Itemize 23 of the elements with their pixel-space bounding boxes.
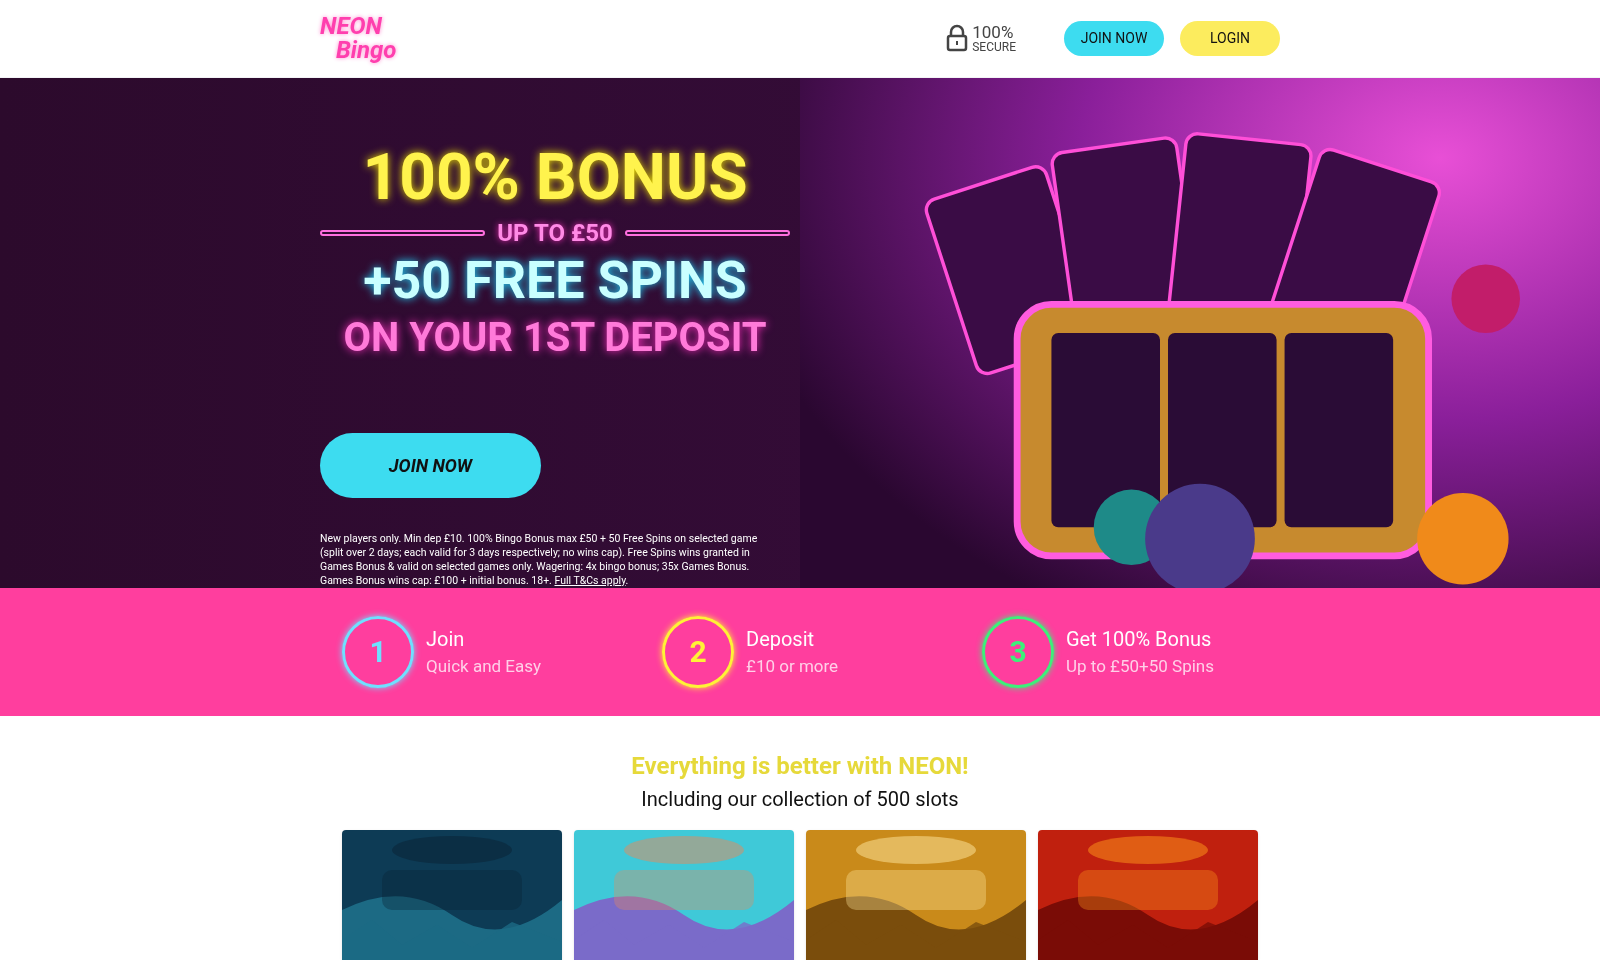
step-subtitle: £10 or more [746,655,839,679]
lock-icon [946,24,969,53]
step-number-icon: 3 [982,615,1054,688]
step-subtitle: Up to £50+50 Spins [1066,655,1214,679]
step-title: Get 100% Bonus [1066,626,1213,654]
headline: UP TO £50 [497,217,613,248]
login-button[interactable]: LOGIN [1180,20,1280,56]
headline: +50 FREE SPINS [363,248,747,313]
step-number-icon: 1 [342,615,414,688]
step-subtitle: Quick and Easy [426,655,542,679]
step-number-icon: 2 [662,615,734,688]
join-button[interactable]: JOIN NOW [1064,20,1164,56]
step-title: Deposit [746,626,816,654]
terms-link[interactable]: Full T&Cs apply [554,573,626,587]
section-title: Everything is better with NEON! [631,751,969,782]
headline: 100% BONUS [362,138,748,217]
join-button[interactable]: JOIN NOW [320,432,541,498]
step-title: Join [426,626,466,654]
section-subtitle: Including our collection of 500 slots [641,786,959,813]
secure-label: SECURE [972,40,1016,53]
headline: ON YOUR 1ST DEPOSIT [343,312,767,363]
secure-percent: 100% [972,23,1015,41]
terms-text: New players only. Min dep £10. 100% Bingo Bonus max £50 + 50 Free Spins on selected game (split over 2 days; each valid for 3 days respectively; no wins cap). Free Spins wins granted in Games Bonus & valid on selected games only. Wagering: 4x bingo bonus; 35x Games Bonus. Games Bonus wins cap: £100 + initial bonus. 18+. Full T&Cs apply. [320,531,759,588]
